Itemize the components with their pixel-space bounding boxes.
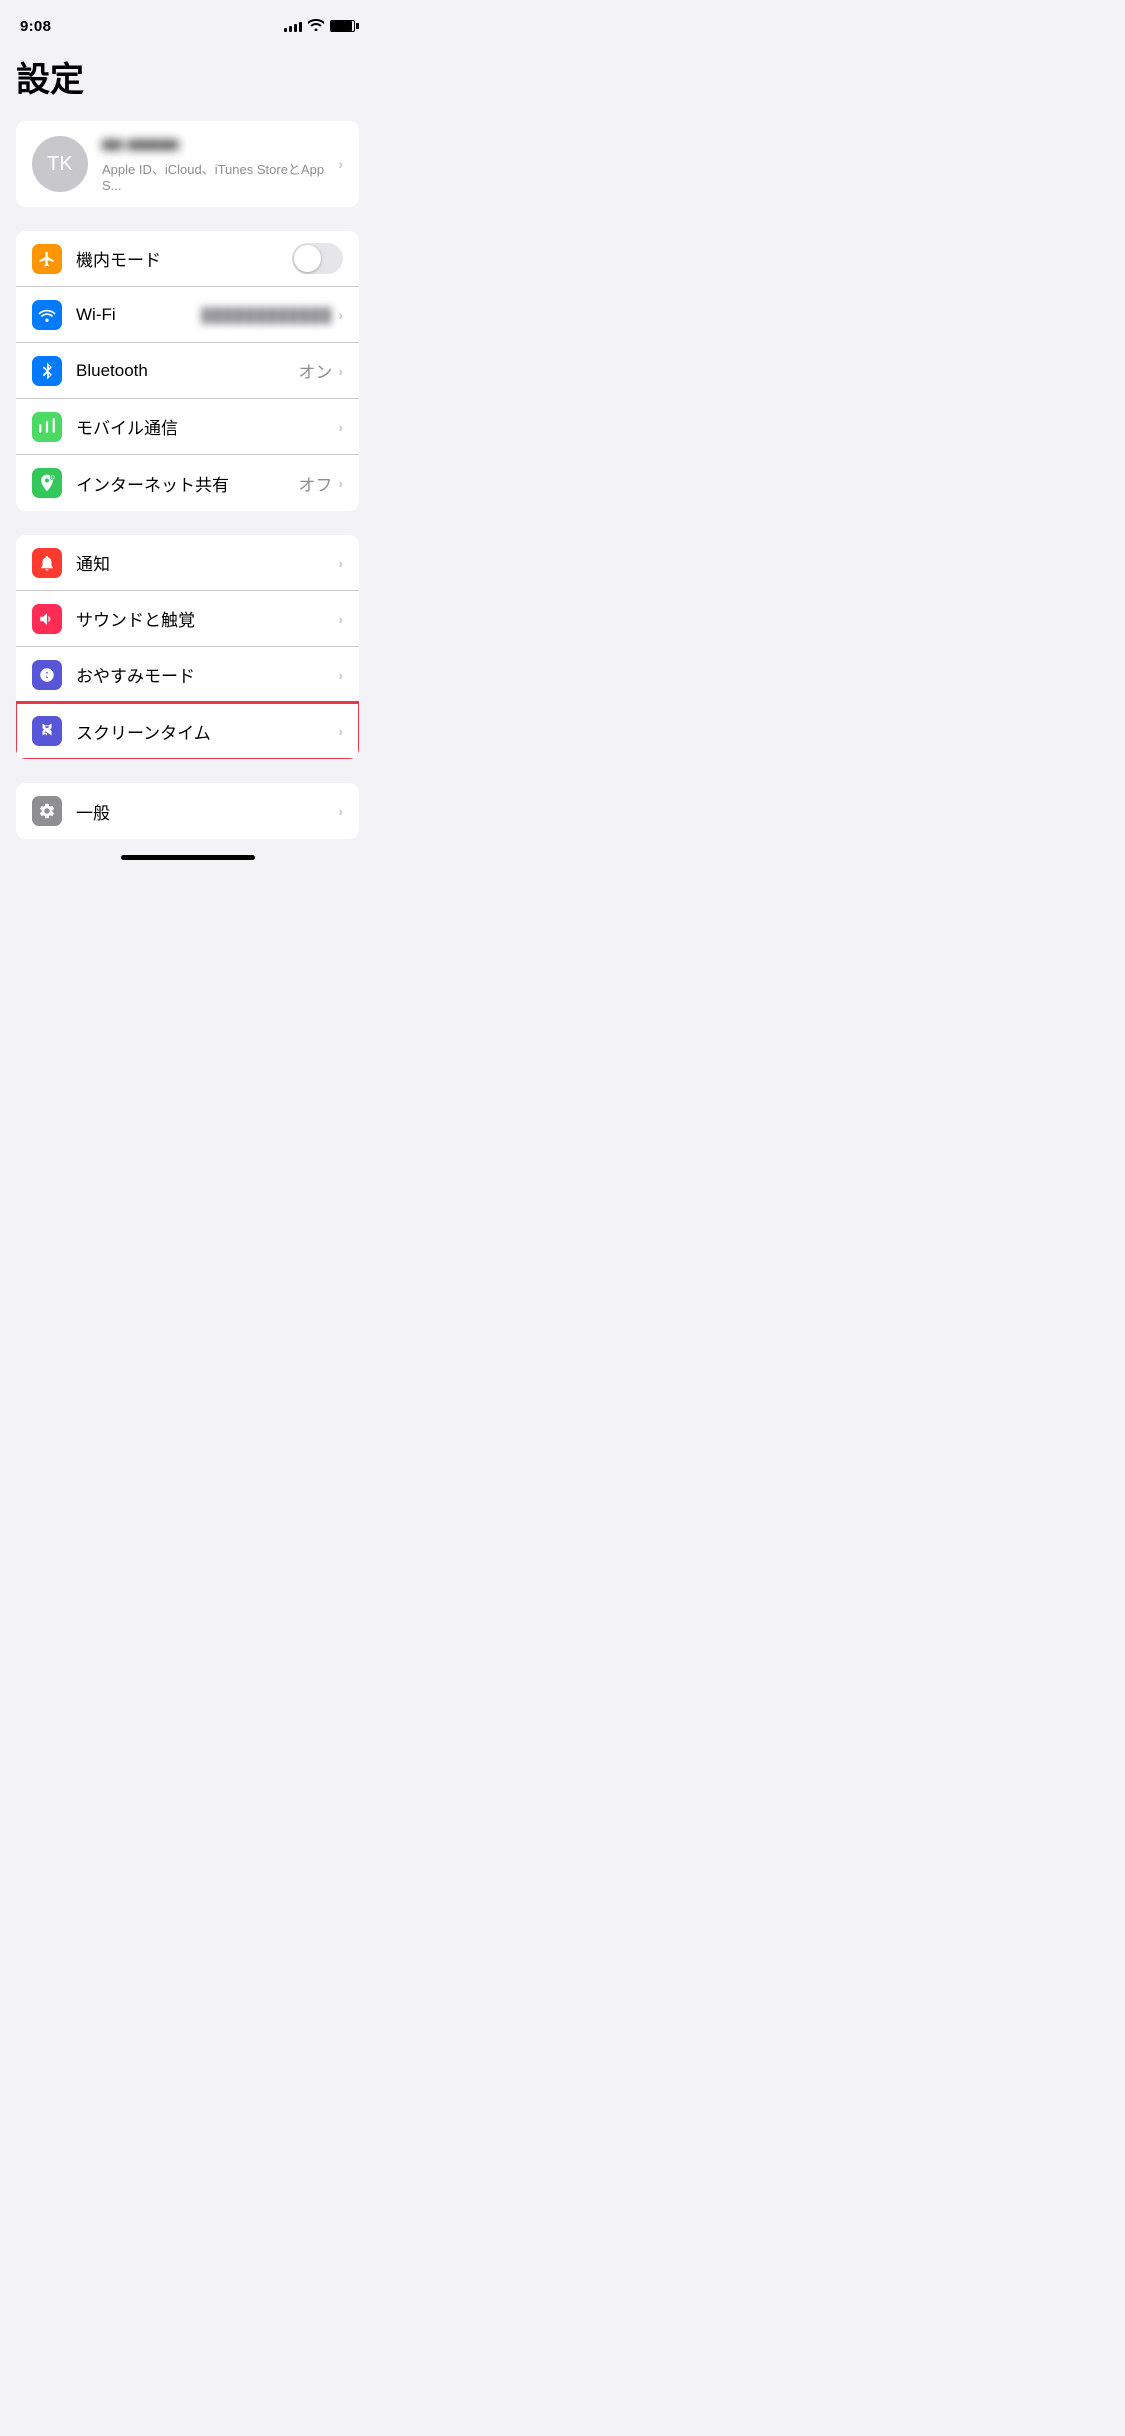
wifi-value: ████████████ xyxy=(201,307,332,323)
wifi-chevron: › xyxy=(338,307,343,323)
wifi-row[interactable]: Wi-Fi ████████████ › xyxy=(16,287,359,343)
airplane-mode-label: 機内モード xyxy=(76,246,292,271)
avatar: TK xyxy=(32,136,88,192)
general-section: 一般 › xyxy=(0,775,375,847)
hotspot-row[interactable]: インターネット共有 オフ › xyxy=(16,455,359,511)
cellular-row[interactable]: モバイル通信 › xyxy=(16,399,359,455)
system-group: 通知 › サウンドと触覚 › おやすみモード › xyxy=(16,535,359,759)
hotspot-label: インターネット共有 xyxy=(76,471,298,496)
hotspot-icon xyxy=(32,468,62,498)
wifi-status-icon xyxy=(308,18,324,34)
profile-subtitle: Apple ID、iCloud、iTunes StoreとApp S... xyxy=(102,159,338,193)
system-section: 通知 › サウンドと触覚 › おやすみモード › xyxy=(0,527,375,767)
profile-info: ■■ ■■■■■ Apple ID、iCloud、iTunes StoreとAp… xyxy=(102,135,338,193)
connectivity-group: 機内モード Wi-Fi ████████████ › xyxy=(16,231,359,511)
home-indicator xyxy=(0,847,375,868)
status-time: 9:08 xyxy=(20,18,51,35)
battery-icon xyxy=(330,20,355,32)
general-group: 一般 › xyxy=(16,783,359,839)
sounds-icon xyxy=(32,604,62,634)
screentime-icon xyxy=(32,716,62,746)
profile-section: TK ■■ ■■■■■ Apple ID、iCloud、iTunes Store… xyxy=(0,113,375,215)
signal-icon xyxy=(284,20,302,32)
screentime-label: スクリーンタイム xyxy=(76,719,338,744)
donotdisturb-chevron: › xyxy=(338,667,343,683)
page-title: 設定 xyxy=(16,52,359,101)
bluetooth-chevron: › xyxy=(338,363,343,379)
notifications-label: 通知 xyxy=(76,550,338,575)
donotdisturb-icon xyxy=(32,660,62,690)
donotdisturb-label: おやすみモード xyxy=(76,662,338,687)
general-row[interactable]: 一般 › xyxy=(16,783,359,839)
bluetooth-row[interactable]: Bluetooth オン › xyxy=(16,343,359,399)
home-bar xyxy=(121,855,255,860)
airplane-mode-row[interactable]: 機内モード xyxy=(16,231,359,287)
connectivity-section: 機内モード Wi-Fi ████████████ › xyxy=(0,223,375,519)
screentime-row[interactable]: スクリーンタイム › xyxy=(16,703,359,759)
bluetooth-value: オン xyxy=(298,358,332,383)
page-title-area: 設定 xyxy=(0,44,375,113)
cellular-icon xyxy=(32,412,62,442)
bluetooth-label: Bluetooth xyxy=(76,361,298,381)
cellular-chevron: › xyxy=(338,419,343,435)
notifications-row[interactable]: 通知 › xyxy=(16,535,359,591)
wifi-label: Wi-Fi xyxy=(76,305,201,325)
airplane-mode-icon xyxy=(32,244,62,274)
cellular-label: モバイル通信 xyxy=(76,414,338,439)
general-label: 一般 xyxy=(76,799,338,824)
profile-chevron: › xyxy=(338,156,343,172)
hotspot-value: オフ xyxy=(298,471,332,496)
status-icons xyxy=(284,18,355,34)
bluetooth-icon xyxy=(32,356,62,386)
donotdisturb-row[interactable]: おやすみモード › xyxy=(16,647,359,703)
status-bar: 9:08 xyxy=(0,0,375,44)
profile-name: ■■ ■■■■■ xyxy=(102,135,338,155)
sounds-row[interactable]: サウンドと触覚 › xyxy=(16,591,359,647)
sounds-label: サウンドと触覚 xyxy=(76,606,338,631)
profile-row[interactable]: TK ■■ ■■■■■ Apple ID、iCloud、iTunes Store… xyxy=(16,121,359,207)
general-icon xyxy=(32,796,62,826)
notifications-chevron: › xyxy=(338,555,343,571)
airplane-mode-toggle[interactable] xyxy=(292,243,343,274)
screentime-chevron: › xyxy=(338,723,343,739)
sounds-chevron: › xyxy=(338,611,343,627)
general-chevron: › xyxy=(338,803,343,819)
hotspot-chevron: › xyxy=(338,475,343,491)
wifi-icon xyxy=(32,300,62,330)
notifications-icon xyxy=(32,548,62,578)
